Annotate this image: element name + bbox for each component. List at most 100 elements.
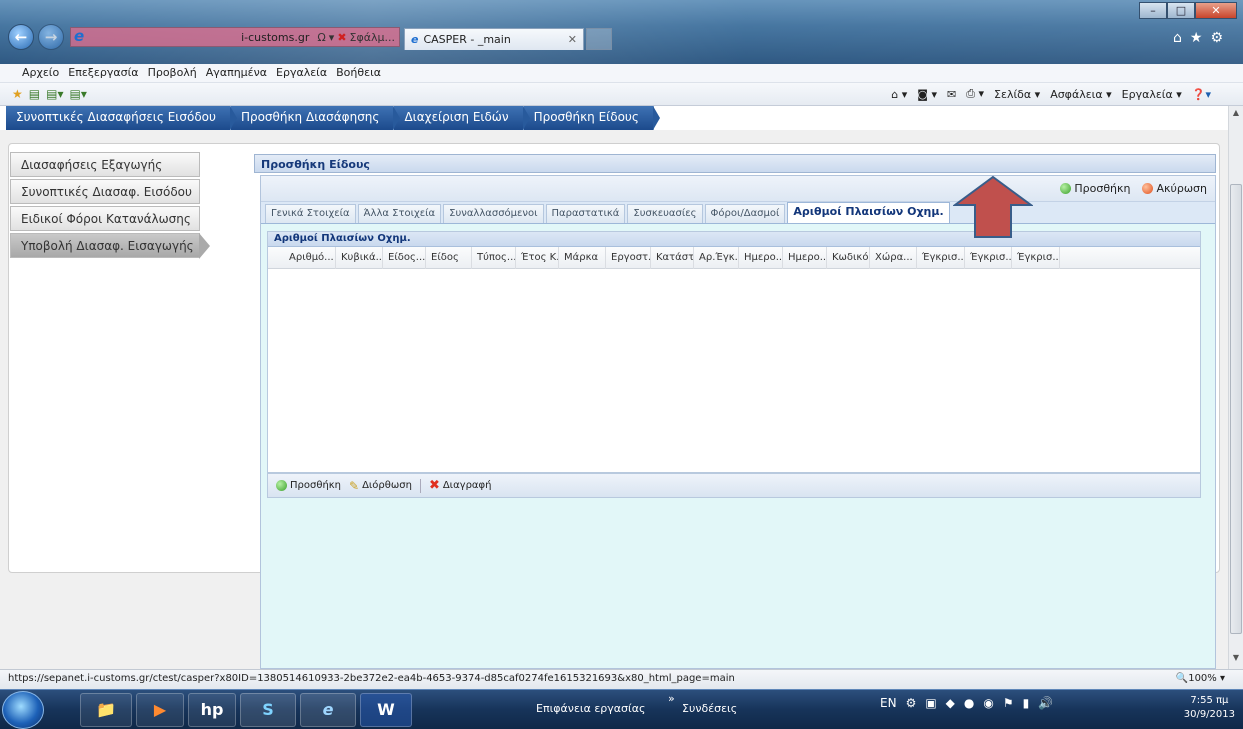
crumb-summary-declarations[interactable]: Συνοπτικές Διασαφήσεις Εισόδου xyxy=(6,106,237,130)
forward-icon[interactable]: → xyxy=(38,24,64,50)
flag-icon[interactable]: ⚑ xyxy=(1003,696,1014,710)
col-header[interactable]: Έγκρισ... xyxy=(917,247,965,269)
sidebar-item-excise[interactable]: Ειδικοί Φόροι Κατανάλωσης xyxy=(10,206,200,231)
language-indicator[interactable]: EN xyxy=(880,696,897,710)
dropdown-icon[interactable]: ▾ xyxy=(329,31,335,44)
page-icon[interactable]: ▤▾ xyxy=(69,87,86,101)
col-header[interactable]: Κωδικό... xyxy=(827,247,870,269)
new-tab-button[interactable] xyxy=(586,28,612,50)
tray-icon[interactable]: ● xyxy=(964,696,974,710)
zoom-level[interactable]: 🔍100% ▾ xyxy=(1176,673,1235,686)
col-header[interactable]: Εργοστ... xyxy=(606,247,651,269)
tab-packages[interactable]: Συσκευασίες xyxy=(627,204,703,223)
tab-documents[interactable]: Παραστατικά xyxy=(545,204,626,223)
col-header[interactable]: Έγκρισ... xyxy=(965,247,1012,269)
start-button-icon[interactable] xyxy=(2,691,44,729)
toolbar-expand-icon[interactable]: » xyxy=(668,692,675,705)
menu-favorites[interactable]: Αγαπημένα xyxy=(206,66,267,80)
tools-menu[interactable]: Εργαλεία ▾ xyxy=(1122,88,1182,101)
col-header[interactable]: Χώρα... xyxy=(870,247,917,269)
grid-edit-button[interactable]: ✎ Διόρθωση xyxy=(349,479,412,493)
page-menu[interactable]: Σελίδα ▾ xyxy=(994,88,1040,101)
settings-gear-icon[interactable]: ⚙ xyxy=(1210,30,1231,46)
favorites-add-icon[interactable]: ★ xyxy=(12,87,23,101)
error-label[interactable]: Σφάλμ... xyxy=(350,31,395,44)
help-icon[interactable]: ❓▾ xyxy=(1192,88,1211,101)
tray-icon[interactable]: ▣ xyxy=(925,696,936,710)
home-icon[interactable]: ⌂ xyxy=(1173,30,1190,46)
scroll-thumb[interactable] xyxy=(1230,184,1242,634)
sidebar-item-import[interactable]: Υποβολή Διασαφ. Εισαγωγής xyxy=(10,233,210,259)
tab-other[interactable]: Άλλα Στοιχεία xyxy=(357,204,442,223)
col-header[interactable]: Αρ.Έγκ... xyxy=(694,247,739,269)
menu-file[interactable]: Αρχείο xyxy=(22,66,59,80)
browser-tab-active[interactable]: e CASPER - _main ✕ xyxy=(404,28,584,50)
web-slice-icon[interactable]: ▤ xyxy=(29,87,40,101)
col-header[interactable]: Είδος xyxy=(426,247,472,269)
tab-close-icon[interactable]: ✕ xyxy=(568,33,577,46)
word-icon[interactable]: W xyxy=(360,693,412,727)
home-command-icon[interactable]: ⌂ ▾ xyxy=(891,88,907,101)
grid-delete-button[interactable]: ✖ Διαγραφή xyxy=(429,478,492,493)
skype-icon[interactable]: S xyxy=(240,693,296,727)
safety-menu[interactable]: Ασφάλεια ▾ xyxy=(1050,88,1111,101)
grid-add-button[interactable]: Προσθήκη xyxy=(276,480,341,491)
col-header[interactable]: Κατάστ... xyxy=(651,247,694,269)
crumb-manage-items[interactable]: Διαχείριση Ειδών xyxy=(394,106,530,130)
search-icon[interactable]: Ω xyxy=(317,31,325,44)
error-icon: ✖ xyxy=(337,30,347,44)
tray-icon[interactable]: ◆ xyxy=(946,696,955,710)
minimize-button[interactable]: – xyxy=(1139,2,1167,19)
menu-edit[interactable]: Επεξεργασία xyxy=(68,66,138,80)
back-icon[interactable]: ← xyxy=(8,24,34,50)
window-controls: – □ ✕ xyxy=(1139,2,1237,19)
scroll-up-icon[interactable]: ▲ xyxy=(1229,108,1243,122)
col-header[interactable]: Τύπος... xyxy=(472,247,516,269)
tab-vehicle-chassis[interactable]: Αριθμοί Πλαισίων Οχημ. xyxy=(787,202,950,223)
desktop-toolbar[interactable]: Επιφάνεια εργασίας xyxy=(536,702,645,715)
mail-icon[interactable]: ✉ xyxy=(947,88,956,101)
page-scrollbar[interactable]: ▲ ▼ xyxy=(1228,106,1243,669)
cancel-button[interactable]: Ακύρωση xyxy=(1142,182,1207,195)
col-header[interactable]: Είδος... xyxy=(383,247,426,269)
scroll-down-icon[interactable]: ▼ xyxy=(1229,653,1243,667)
col-header[interactable]: Ημερο... xyxy=(783,247,827,269)
media-player-icon[interactable]: ▶ xyxy=(136,693,184,727)
volume-icon[interactable]: 🔊 xyxy=(1038,696,1053,710)
add-button[interactable]: Προσθήκη xyxy=(1060,182,1130,195)
network-icon[interactable]: ▮ xyxy=(1023,696,1030,710)
suggested-sites-icon[interactable]: ▤▾ xyxy=(46,87,63,101)
menu-help[interactable]: Βοήθεια xyxy=(336,66,381,80)
address-bar[interactable]: i-customs.gr Ω ▾ ✖ Σφάλμ... xyxy=(70,27,400,47)
tray-icon[interactable]: ◉ xyxy=(983,696,993,710)
tray-icon[interactable]: ⚙ xyxy=(906,696,917,710)
crumb-add-item[interactable]: Προσθήκη Είδους xyxy=(523,106,661,130)
menu-tools[interactable]: Εργαλεία xyxy=(276,66,327,80)
check-icon xyxy=(1060,183,1072,194)
menu-view[interactable]: Προβολή xyxy=(148,66,197,80)
sidebar-item-summary-entry[interactable]: Συνοπτικές Διασαφ. Εισόδου xyxy=(10,179,200,204)
favorites-star-icon[interactable]: ★ xyxy=(1190,30,1211,46)
sidebar-item-export[interactable]: Διασαφήσεις Εξαγωγής xyxy=(10,152,200,177)
connections-toolbar[interactable]: Συνδέσεις xyxy=(682,702,737,715)
col-header[interactable]: Κυβικά... xyxy=(336,247,383,269)
print-icon[interactable]: ⎙ ▾ xyxy=(966,87,984,101)
close-button[interactable]: ✕ xyxy=(1195,2,1237,19)
col-header[interactable]: Έτος Κ... xyxy=(516,247,559,269)
col-header[interactable]: Ημερο... xyxy=(739,247,783,269)
ie-taskbar-icon[interactable]: e xyxy=(300,693,356,727)
col-header[interactable]: Μάρκα xyxy=(559,247,606,269)
col-header[interactable]: Αριθμό... xyxy=(284,247,336,269)
tab-general[interactable]: Γενικά Στοιχεία xyxy=(265,204,356,223)
hp-icon[interactable]: hp xyxy=(188,693,236,727)
address-url[interactable]: i-customs.gr xyxy=(71,31,317,44)
tab-parties[interactable]: Συναλλασσόμενοι xyxy=(443,204,544,223)
crumb-add-declaration[interactable]: Προσθήκη Διασάφησης xyxy=(230,106,400,130)
feeds-icon[interactable]: ◙ ▾ xyxy=(917,88,937,101)
maximize-button[interactable]: □ xyxy=(1167,2,1195,19)
clock-time: 7:55 πμ xyxy=(1190,695,1229,706)
col-header[interactable]: Έγκρισ... xyxy=(1012,247,1060,269)
taskbar-clock[interactable]: 7:55 πμ 30/9/2013 xyxy=(1184,694,1235,722)
tab-taxes[interactable]: Φόροι/Δασμοί xyxy=(704,204,786,223)
explorer-icon[interactable]: 📁 xyxy=(80,693,132,727)
